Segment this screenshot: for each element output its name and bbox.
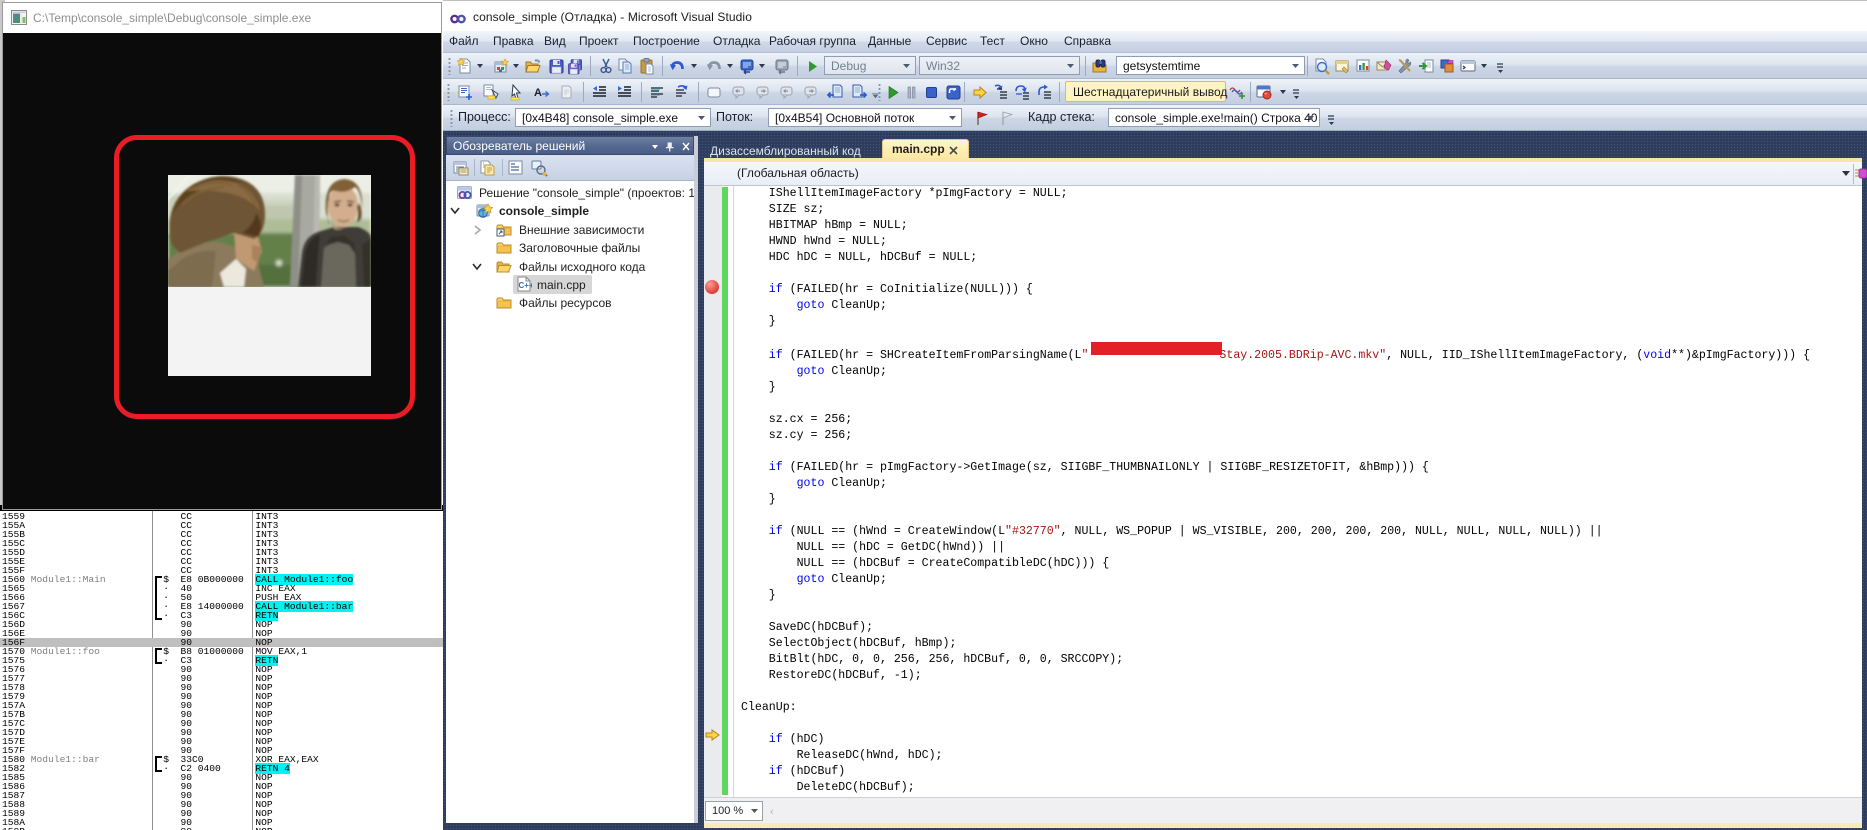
svg-text:A: A (534, 87, 542, 99)
